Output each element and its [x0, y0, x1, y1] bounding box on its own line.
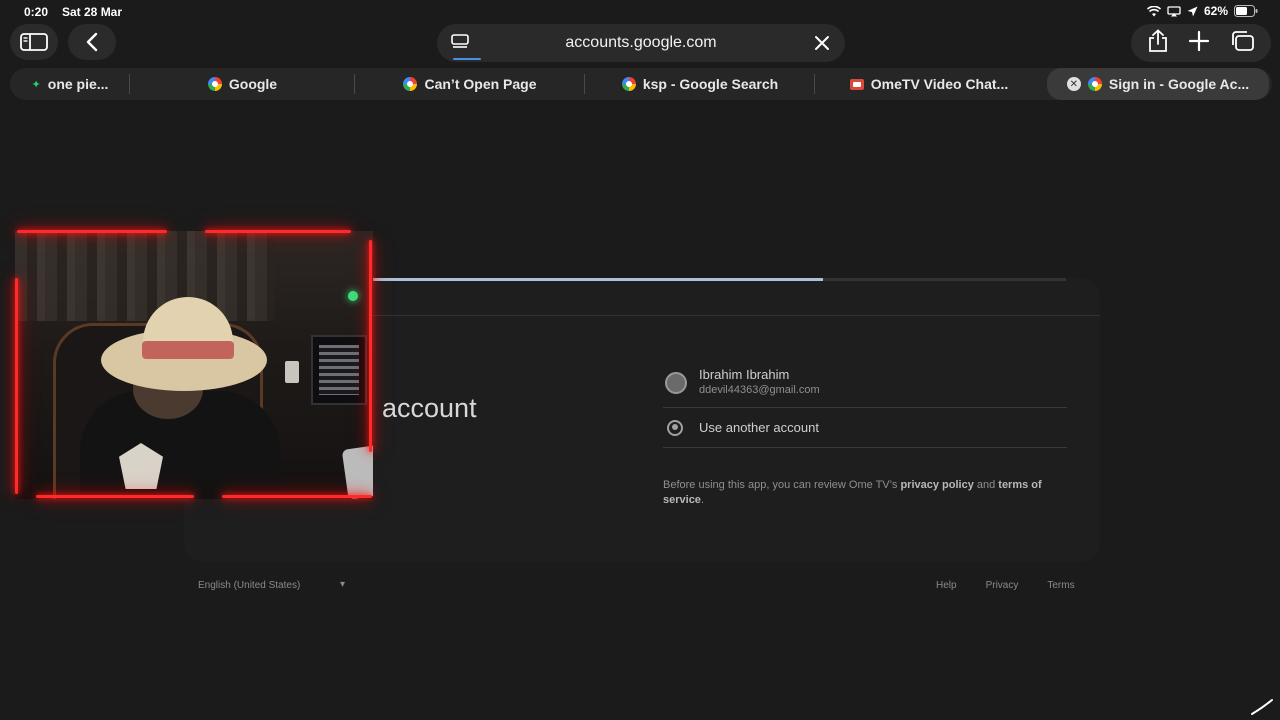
status-bar: 0:20 Sat 28 Mar 62% [0, 0, 1280, 24]
terms-link[interactable]: Terms [1047, 580, 1074, 591]
disclaimer-prefix: Before using this app, you can review Om… [663, 479, 901, 491]
google-icon [621, 77, 636, 91]
use-another-account-label: Use another account [699, 420, 819, 435]
neon-frame-left [15, 278, 18, 494]
tab-bar: ✦ one pie... Google Can’t Open Page ksp … [10, 68, 1272, 100]
cam-cup [285, 361, 299, 383]
tab-label: one pie... [47, 76, 109, 92]
cam-desk-item [341, 444, 373, 499]
cam-straw-hat-band [142, 341, 234, 359]
screen-mirroring-icon [1167, 5, 1181, 16]
sidebar-button[interactable] [10, 24, 58, 60]
privacy-link[interactable]: Privacy [986, 580, 1019, 591]
tabs-icon [1232, 30, 1255, 51]
page-heading: account [382, 393, 477, 423]
battery-icon [1234, 5, 1258, 17]
tab-ometv[interactable]: OmeTV Video Chat... [815, 68, 1043, 100]
help-link[interactable]: Help [936, 580, 957, 591]
tab-label: OmeTV Video Chat... [870, 76, 1009, 92]
footer-links: Help Privacy Terms [936, 580, 1075, 591]
back-button[interactable] [68, 24, 116, 60]
share-button[interactable] [1147, 28, 1169, 58]
account-name: Ibrahim Ibrahim [699, 367, 790, 382]
account-circle-icon [667, 420, 683, 436]
tab-label: Sign in - Google Ac... [1108, 76, 1250, 92]
url-text: accounts.google.com [565, 34, 717, 51]
cam-light [348, 291, 358, 301]
neon-frame-top-right [205, 230, 351, 233]
ometv-icon [849, 78, 864, 90]
chevron-down-icon[interactable]: ▾ [340, 579, 345, 590]
disclaimer-suffix: . [700, 494, 704, 506]
google-icon [207, 77, 222, 91]
address-bar[interactable]: accounts.google.com [437, 24, 845, 62]
status-indicators: 62% [1146, 4, 1258, 18]
spark-icon: ✦ [31, 78, 41, 91]
webcam-overlay [15, 231, 373, 499]
privacy-policy-link[interactable]: privacy policy [900, 479, 973, 491]
share-icon [1148, 28, 1167, 52]
cam-background [15, 231, 275, 321]
tab-label: Can’t Open Page [424, 76, 537, 92]
google-icon [403, 77, 418, 91]
toolbar-right-group [1131, 24, 1271, 62]
disclaimer-text: Before using this app, you can review Om… [663, 478, 1073, 508]
page-menu-button[interactable] [451, 34, 469, 55]
plus-icon [1188, 30, 1210, 51]
close-icon [815, 36, 829, 50]
back-icon [86, 32, 98, 52]
neon-frame-top-left [17, 230, 167, 233]
language-select[interactable]: English (United States) [198, 580, 300, 591]
sidebar-icon [20, 33, 48, 51]
tab-sign-in-google[interactable]: ✕ Sign in - Google Ac... [1047, 68, 1269, 100]
account-option[interactable]: Ibrahim Ibrahim ddevil44363@gmail.com [663, 364, 1067, 408]
tab-cant-open-page[interactable]: Can’t Open Page [355, 68, 585, 100]
google-icon [1087, 77, 1102, 91]
stop-loading-button[interactable] [813, 34, 831, 57]
avatar [665, 372, 687, 394]
location-icon [1187, 6, 1198, 16]
status-time: 0:20 [24, 5, 49, 19]
wifi-icon [1146, 5, 1161, 16]
tab-one-piece[interactable]: ✦ one pie... [10, 68, 130, 100]
load-progress [453, 58, 481, 60]
tab-label: ksp - Google Search [642, 76, 779, 92]
tab-overview-button[interactable] [1229, 30, 1255, 57]
page-menu-icon [451, 34, 469, 48]
status-date: Sat 28 Mar [62, 5, 123, 19]
tab-label: Google [228, 76, 278, 92]
tab-ksp-search[interactable]: ksp - Google Search [585, 68, 815, 100]
tab-google[interactable]: Google [130, 68, 355, 100]
scribble-icon [1251, 699, 1273, 715]
neon-frame-bottom-left [36, 495, 194, 498]
new-tab-button[interactable] [1188, 30, 1210, 57]
disclaimer-mid: and [973, 479, 999, 491]
battery-percent: 62% [1203, 4, 1228, 18]
tab-close-icon[interactable]: ✕ [1066, 77, 1081, 91]
use-another-account-option[interactable]: Use another account [663, 408, 1067, 448]
neon-frame-bottom-right [222, 495, 372, 498]
cam-monitor [311, 335, 367, 405]
progress-bar [372, 278, 824, 281]
account-email: ddevil44363@gmail.com [699, 384, 820, 396]
neon-frame-right [369, 240, 372, 452]
